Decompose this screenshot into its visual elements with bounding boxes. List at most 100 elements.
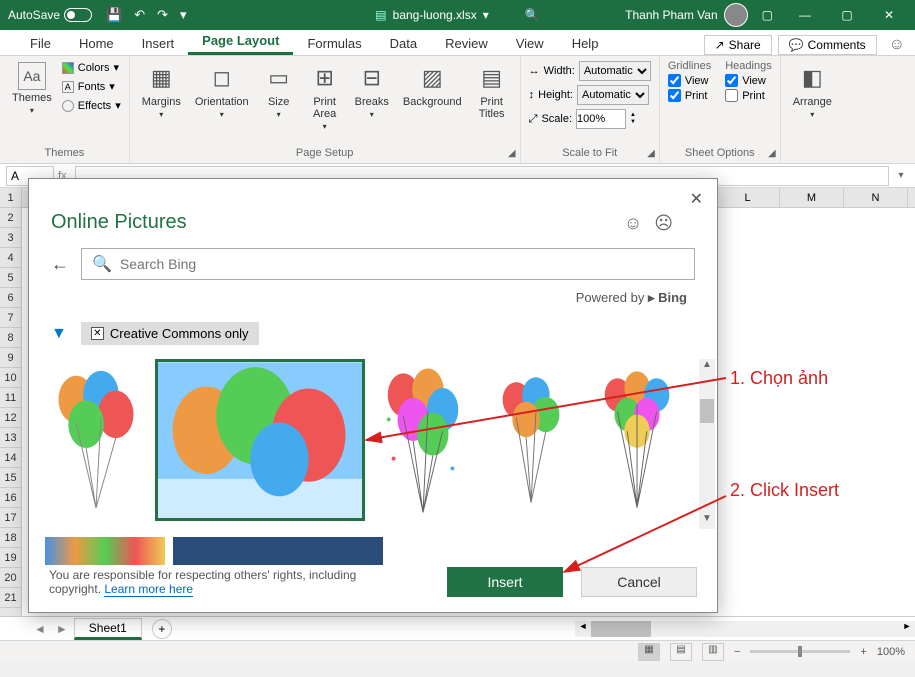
row-header[interactable]: 10 (0, 368, 21, 388)
maximize-button[interactable]: ▢ (829, 0, 865, 30)
gridlines-view-checkbox[interactable]: View (668, 74, 711, 87)
row-header[interactable]: 3 (0, 228, 21, 248)
result-thumb[interactable] (481, 359, 581, 519)
arrange-button[interactable]: ◧Arrange▾ (789, 60, 836, 121)
comments-button[interactable]: 💬Comments (778, 35, 877, 55)
row-header[interactable]: 15 (0, 468, 21, 488)
row-header[interactable]: 14 (0, 448, 21, 468)
results-scrollbar[interactable]: ▲ ▼ (699, 359, 715, 529)
tab-view[interactable]: View (502, 32, 558, 55)
save-icon[interactable]: 💾 (106, 7, 122, 23)
column-header[interactable]: M (780, 188, 844, 207)
tab-insert[interactable]: Insert (128, 32, 189, 55)
row-header[interactable]: 8 (0, 328, 21, 348)
colors-button[interactable]: Colors ▾ (62, 60, 121, 75)
effects-button[interactable]: Effects ▾ (62, 98, 121, 113)
print-titles-button[interactable]: ▤Print Titles (472, 60, 512, 122)
result-thumb-selected[interactable] (155, 359, 365, 521)
cancel-button[interactable]: Cancel (581, 567, 697, 597)
tab-formulas[interactable]: Formulas (293, 32, 375, 55)
expand-formula-icon[interactable]: ▾ (895, 170, 915, 181)
zoom-level[interactable]: 100% (877, 646, 905, 658)
row-header[interactable]: 21 (0, 588, 21, 608)
row-header[interactable]: 17 (0, 508, 21, 528)
insert-button[interactable]: Insert (447, 567, 563, 597)
row-header[interactable]: 12 (0, 408, 21, 428)
zoom-slider[interactable] (750, 650, 850, 653)
horizontal-scrollbar[interactable]: ◄ ► (575, 621, 915, 637)
avatar[interactable] (724, 3, 748, 27)
scroll-left-icon[interactable]: ◄ (575, 621, 591, 637)
tab-home[interactable]: Home (65, 32, 128, 55)
close-button[interactable]: ✕ (871, 0, 907, 30)
column-header[interactable]: N (844, 188, 908, 207)
add-sheet-button[interactable]: + (152, 619, 172, 639)
tab-data[interactable]: Data (376, 32, 431, 55)
tab-help[interactable]: Help (558, 32, 613, 55)
size-button[interactable]: ▭Size▾ (259, 60, 299, 121)
row-header[interactable]: 18 (0, 528, 21, 548)
row-header[interactable]: 11 (0, 388, 21, 408)
row-header[interactable]: 6 (0, 288, 21, 308)
themes-button[interactable]: Aa Themes▾ (8, 60, 56, 117)
row-header[interactable]: 2 (0, 208, 21, 228)
frown-feedback-icon[interactable]: ☹ (654, 213, 673, 234)
print-area-button[interactable]: ⊞Print Area▾ (305, 60, 345, 133)
tab-review[interactable]: Review (431, 32, 502, 55)
creative-commons-filter[interactable]: ✕ Creative Commons only (81, 322, 259, 345)
search-input[interactable] (120, 256, 684, 272)
margins-button[interactable]: ▦Margins▾ (138, 60, 185, 121)
width-select[interactable]: Automatic (579, 61, 651, 81)
user-name[interactable]: Thanh Pham Van (625, 8, 718, 22)
normal-view-button[interactable]: ▦ (638, 643, 660, 661)
search-icon[interactable]: 🔍 (525, 8, 540, 22)
column-header[interactable]: L (716, 188, 780, 207)
scroll-thumb[interactable] (700, 399, 714, 423)
fonts-button[interactable]: AFonts ▾ (62, 79, 121, 94)
gridlines-print-checkbox[interactable]: Print (668, 89, 711, 102)
ribbon-display-icon[interactable]: ▢ (762, 8, 773, 22)
scroll-thumb[interactable] (591, 621, 651, 637)
scale-input[interactable] (576, 109, 626, 129)
qat-dropdown-icon[interactable]: ▾ (180, 7, 187, 23)
row-header[interactable]: 7 (0, 308, 21, 328)
row-header[interactable]: 19 (0, 548, 21, 568)
smiley-icon[interactable]: ☺ (889, 36, 905, 54)
tab-page-layout[interactable]: Page Layout (188, 29, 293, 55)
page-break-view-button[interactable]: ▥ (702, 643, 724, 661)
filter-icon[interactable]: ▼ (51, 325, 67, 343)
row-header[interactable]: 13 (0, 428, 21, 448)
minimize-button[interactable]: — (787, 0, 823, 30)
height-select[interactable]: Automatic (577, 85, 649, 105)
page-layout-view-button[interactable]: ▤ (670, 643, 692, 661)
dialog-close-button[interactable]: ✕ (690, 189, 703, 209)
tab-file[interactable]: File (16, 32, 65, 55)
smile-feedback-icon[interactable]: ☺ (624, 213, 642, 234)
zoom-in-button[interactable]: + (860, 646, 866, 658)
scroll-up-icon[interactable]: ▲ (699, 359, 715, 375)
background-button[interactable]: ▨Background (399, 60, 466, 110)
row-header[interactable]: 1 (0, 188, 21, 208)
share-button[interactable]: ↗Share (704, 35, 772, 55)
sheet-nav-prev[interactable]: ◄ (30, 622, 50, 636)
result-thumb[interactable] (45, 359, 147, 519)
orientation-button[interactable]: ◻Orientation▾ (191, 60, 253, 121)
breaks-button[interactable]: ⊟Breaks▾ (351, 60, 393, 121)
row-header[interactable]: 16 (0, 488, 21, 508)
back-button[interactable]: ← (51, 254, 69, 275)
headings-view-checkbox[interactable]: View (725, 74, 771, 87)
sheet-tab[interactable]: Sheet1 (74, 618, 142, 640)
scroll-down-icon[interactable]: ▼ (699, 513, 715, 529)
redo-icon[interactable]: ↷ (157, 7, 168, 23)
scale-up[interactable]: ▲ (630, 112, 636, 119)
scale-down[interactable]: ▼ (630, 119, 636, 126)
dialog-launcher-icon[interactable]: ◢ (508, 148, 516, 159)
result-thumb[interactable] (589, 359, 689, 519)
undo-icon[interactable]: ↶ (134, 7, 145, 23)
row-header[interactable]: 4 (0, 248, 21, 268)
dialog-launcher-icon[interactable]: ◢ (647, 148, 655, 159)
row-header[interactable]: 5 (0, 268, 21, 288)
result-thumb[interactable] (373, 359, 473, 519)
row-header[interactable]: 20 (0, 568, 21, 588)
learn-more-link[interactable]: Learn more here (104, 582, 193, 597)
